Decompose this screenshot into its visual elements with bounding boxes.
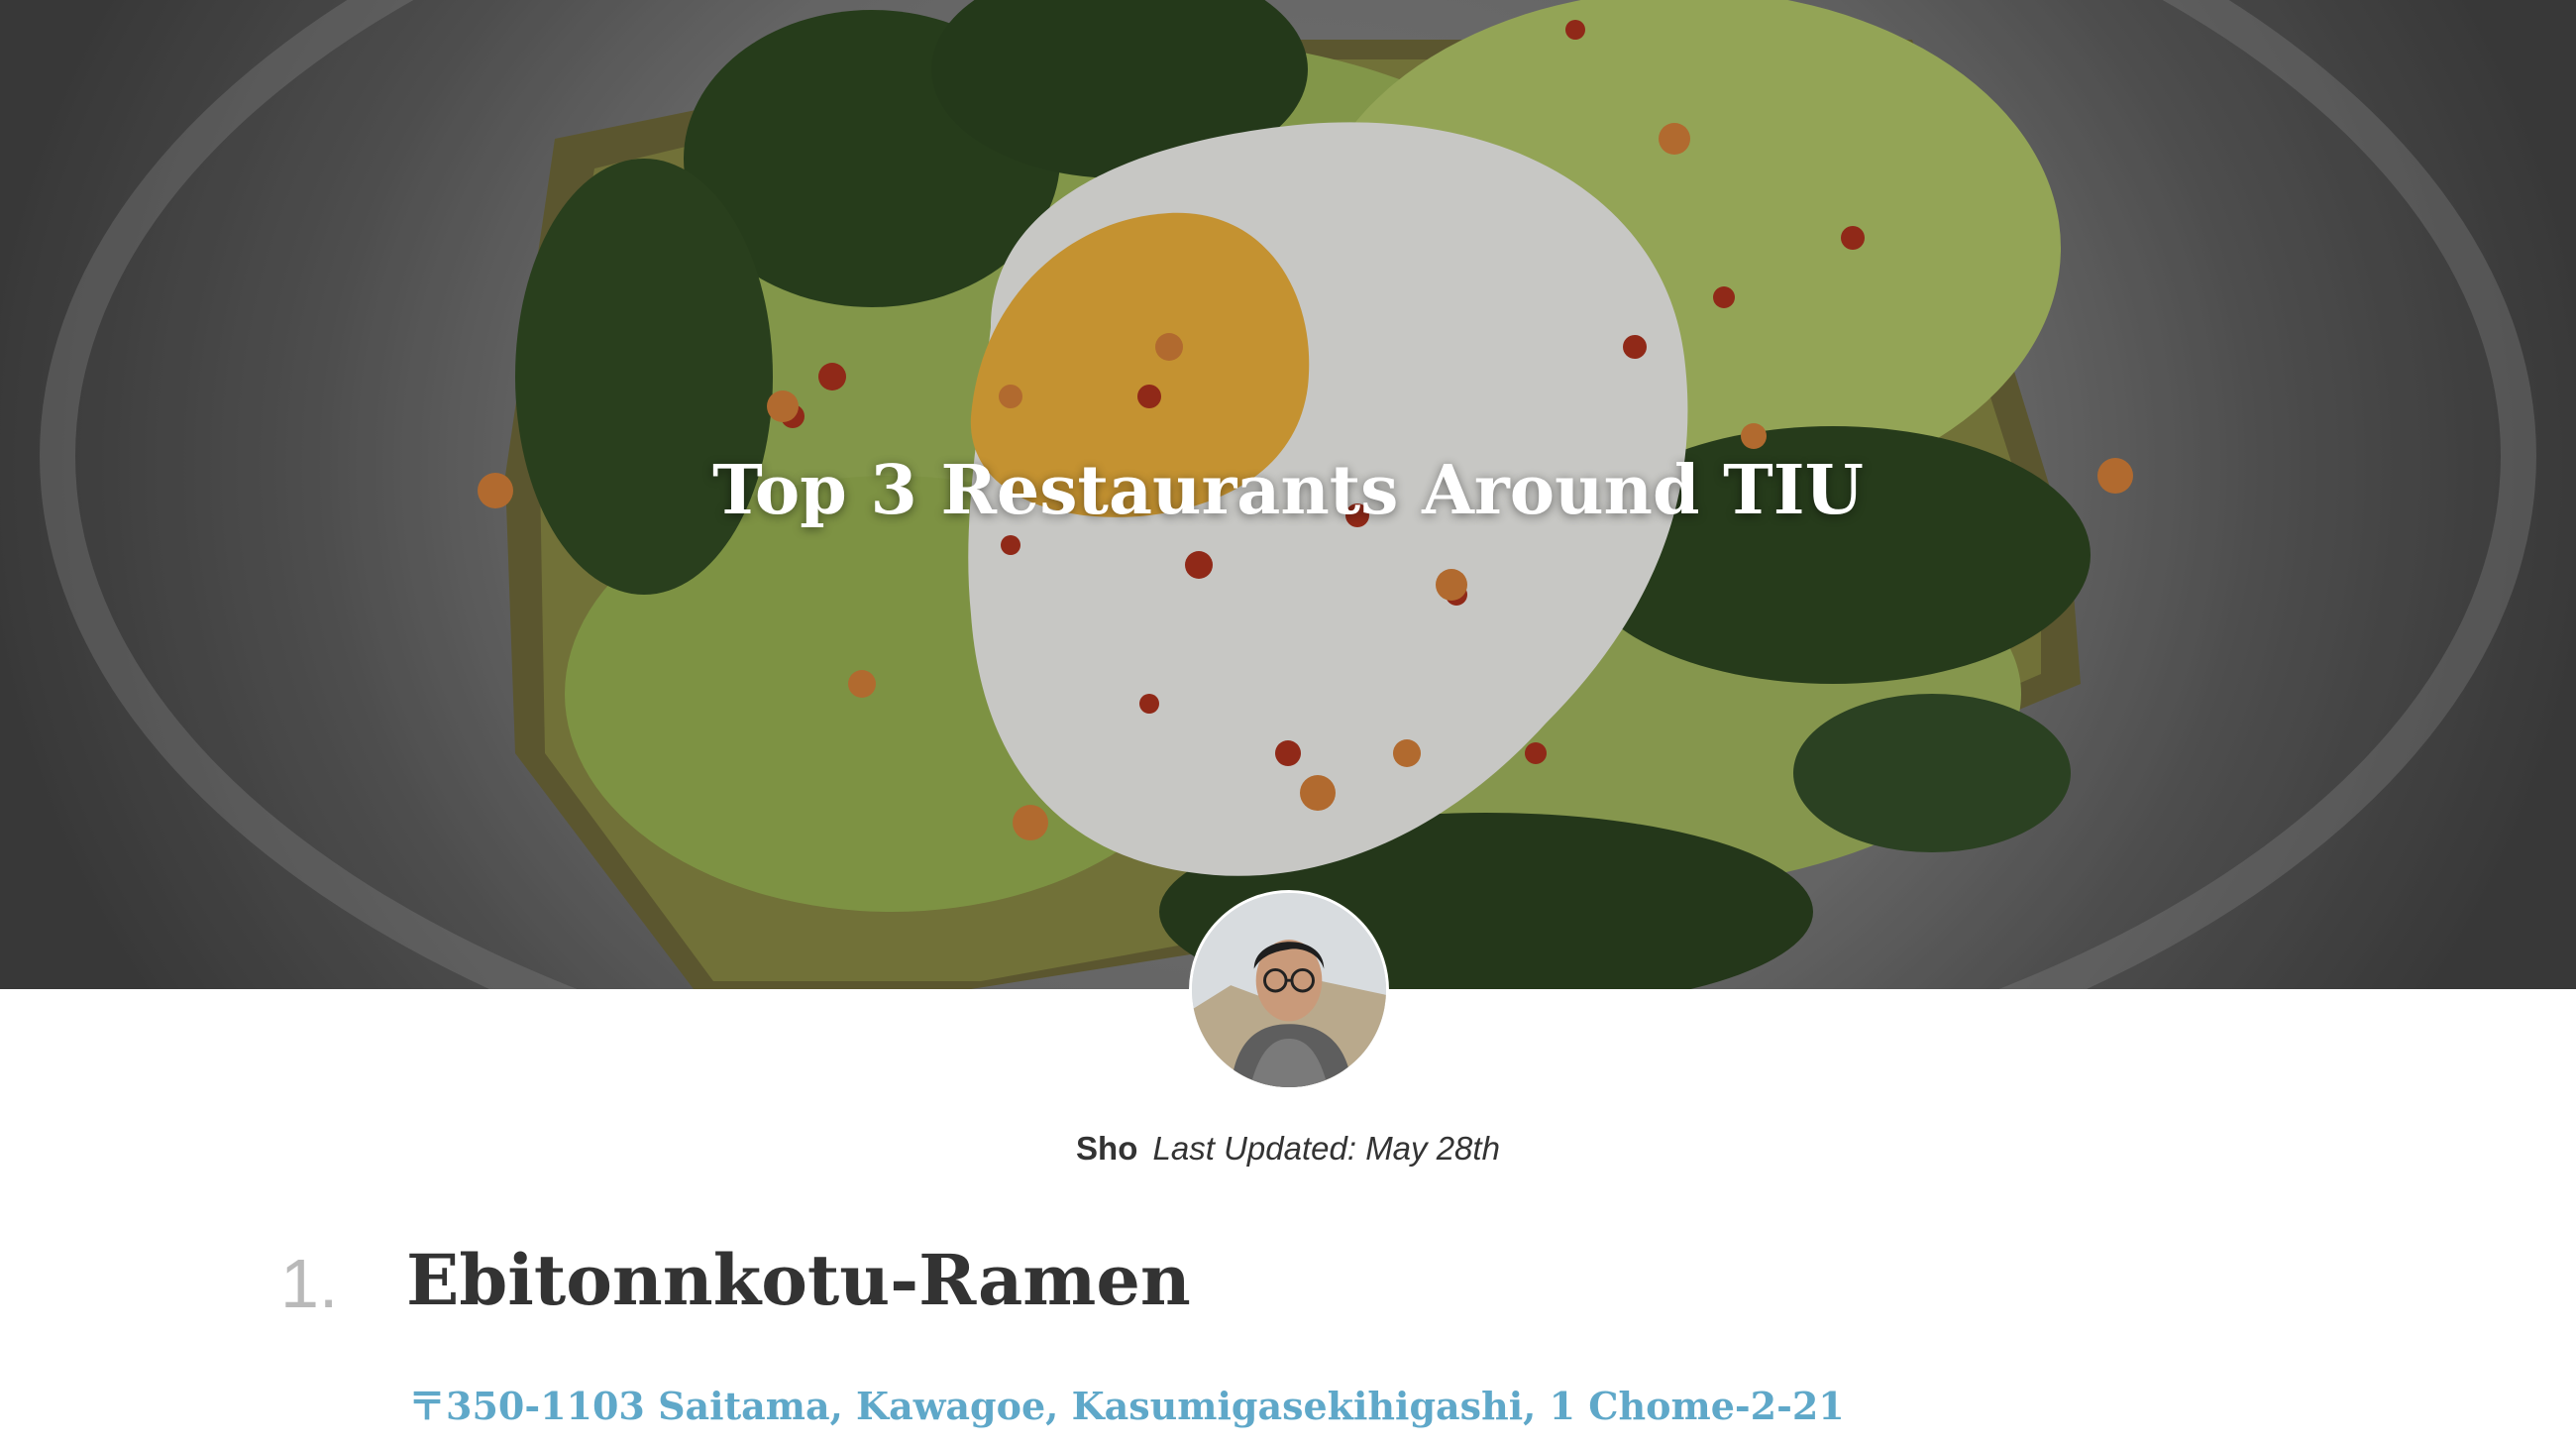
restaurant-address-link[interactable]: 〒350-1103 Saitama, Kawagoe, Kasumigaseki… bbox=[408, 1376, 1845, 1430]
last-updated: Last Updated: May 28th bbox=[1152, 1130, 1500, 1167]
restaurant-name: Ebitonnkotu-Ramen bbox=[406, 1239, 1191, 1321]
byline: Sho Last Updated: May 28th bbox=[0, 1130, 2576, 1168]
author-name[interactable]: Sho bbox=[1076, 1130, 1137, 1167]
avatar-portrait-icon bbox=[1192, 893, 1386, 1087]
list-item-number: 1. bbox=[280, 1245, 339, 1322]
author-avatar[interactable] bbox=[1189, 890, 1389, 1090]
hero-banner: Top 3 Restaurants Around TIU bbox=[0, 0, 2576, 989]
page-title: Top 3 Restaurants Around TIU bbox=[712, 451, 1864, 530]
